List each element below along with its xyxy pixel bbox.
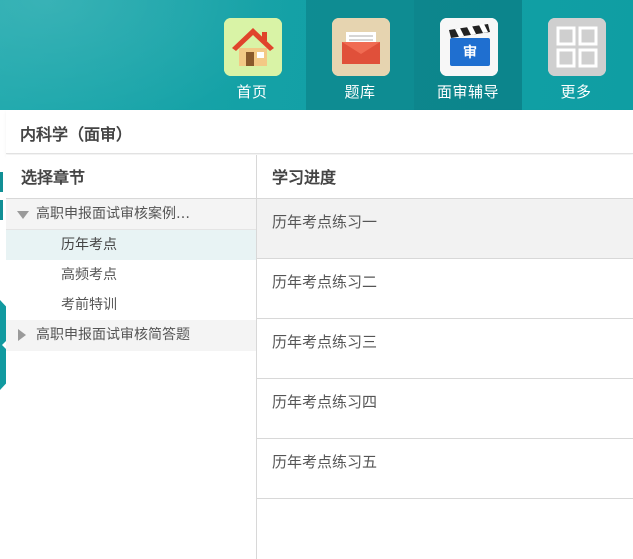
chapter-item-label: 考前特训 (61, 297, 117, 313)
nav-home[interactable]: 首页 (198, 0, 306, 110)
progress-item[interactable]: 历年考点练习二 (257, 259, 633, 319)
expand-right-icon (18, 329, 26, 341)
chapter-group-case[interactable]: 高职申报面试审核案例… (6, 199, 256, 230)
progress-item[interactable]: 历年考点练习四 (257, 379, 633, 439)
progress-panel: 学习进度 历年考点练习一 历年考点练习二 历年考点练习三 历年考点练习四 历年考… (257, 155, 633, 559)
chapter-panel: 选择章节 高职申报面试审核案例… 历年考点 高频考点 考前特训 高职申报面试审核… (6, 155, 257, 559)
chapter-item-label: 历年考点 (61, 237, 117, 253)
chapter-item-past-points[interactable]: 历年考点 (6, 230, 256, 260)
grid-icon (548, 18, 606, 76)
progress-item[interactable]: 历年考点练习三 (257, 319, 633, 379)
clapperboard-icon: 审 (440, 18, 498, 76)
nav-home-label: 首页 (236, 83, 268, 101)
top-navigation: 首页 题库 审 面审辅导 更多 (0, 0, 633, 110)
expand-down-icon (17, 211, 29, 219)
nav-question-bank[interactable]: 题库 (306, 0, 414, 110)
progress-item[interactable]: 历年考点练习五 (257, 439, 633, 499)
page-title: 内科学（面审） (20, 125, 133, 144)
chapter-item-pre-exam-training[interactable]: 考前特训 (6, 290, 256, 320)
svg-text:审: 审 (463, 44, 477, 61)
chapter-item-frequent-points[interactable]: 高频考点 (6, 260, 256, 290)
nav-question-bank-label: 题库 (344, 83, 376, 101)
chapter-group-label: 高职申报面试审核案例… (36, 206, 190, 222)
nav-more-label: 更多 (560, 83, 592, 101)
nav-interview-coaching[interactable]: 审 面审辅导 (414, 0, 522, 110)
nav-more[interactable]: 更多 (522, 0, 630, 110)
home-icon (224, 18, 282, 76)
chapter-panel-header: 选择章节 (6, 155, 256, 199)
progress-panel-header: 学习进度 (257, 155, 633, 199)
edge-marker-top (0, 172, 3, 192)
chapter-group-label: 高职申报面试审核简答题 (36, 327, 190, 343)
progress-item[interactable]: 历年考点练习一 (257, 199, 633, 259)
mail-box-icon (332, 18, 390, 76)
chapter-item-label: 高频考点 (61, 267, 117, 283)
edge-marker-bottom (0, 200, 3, 220)
page-title-bar: 内科学（面审） (6, 110, 633, 154)
nav-interview-coaching-label: 面审辅导 (436, 83, 499, 101)
chapter-group-short-answer[interactable]: 高职申报面试审核简答题 (6, 320, 256, 351)
